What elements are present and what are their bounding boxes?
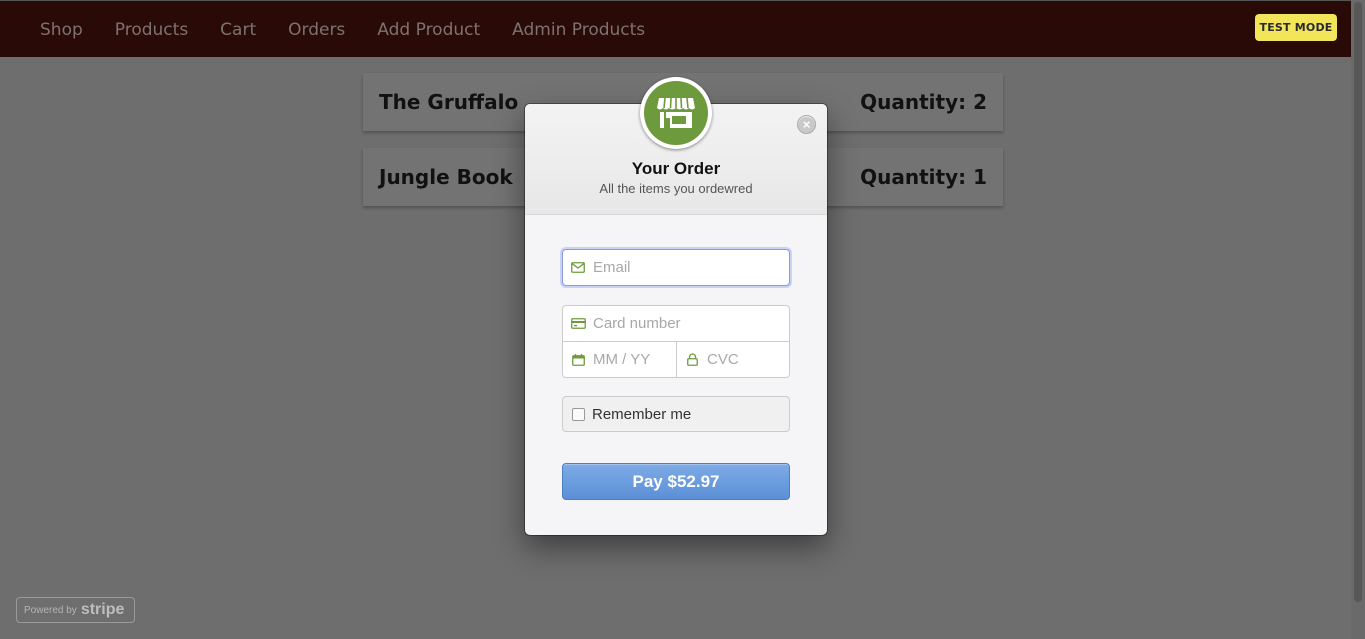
checkout-subtitle: All the items you ordewred	[599, 181, 753, 196]
store-logo	[640, 77, 712, 149]
nav-items: Shop Products Cart Orders Add Product Ad…	[24, 1, 661, 58]
nav-item-shop[interactable]: Shop	[24, 20, 99, 40]
order-item-quantity: Quantity: 1	[860, 165, 987, 189]
nav-item-orders[interactable]: Orders	[272, 20, 361, 40]
nav-item-admin-products[interactable]: Admin Products	[496, 20, 661, 40]
expiry-input[interactable]	[593, 351, 676, 368]
storefront-icon	[644, 81, 708, 145]
envelope-icon	[563, 262, 593, 273]
email-field[interactable]	[562, 249, 790, 286]
close-icon[interactable]: ×	[797, 115, 816, 134]
email-input[interactable]	[593, 259, 789, 276]
calendar-icon	[563, 353, 593, 366]
scrollbar[interactable]	[1351, 0, 1365, 639]
test-mode-badge: TEST MODE	[1255, 14, 1337, 41]
cvc-field[interactable]	[676, 341, 790, 378]
cvc-input[interactable]	[707, 351, 789, 368]
lock-icon	[677, 353, 707, 366]
nav-item-products[interactable]: Products	[99, 20, 204, 40]
stripe-logo: stripe	[80, 601, 125, 618]
powered-by-label: Powered by	[24, 604, 77, 616]
order-item-name: Jungle Book	[379, 165, 513, 189]
card-number-field[interactable]	[562, 305, 790, 342]
remember-me-label: Remember me	[592, 405, 692, 423]
powered-by-stripe-badge[interactable]: Powered by stripe	[16, 597, 135, 623]
card-number-input[interactable]	[593, 315, 789, 332]
credit-card-icon	[563, 318, 593, 329]
order-item-quantity: Quantity: 2	[860, 90, 987, 114]
scrollbar-thumb[interactable]	[1354, 2, 1362, 602]
checkout-modal: × Your Order All the items you ordewred …	[525, 77, 827, 535]
order-item-name: The Gruffalo	[379, 90, 519, 114]
pay-button[interactable]: Pay $52.97	[562, 463, 790, 500]
remember-me-checkbox[interactable]	[572, 407, 585, 421]
expiry-field[interactable]	[562, 341, 677, 378]
checkout-title: Your Order	[631, 159, 721, 178]
nav-item-add-product[interactable]: Add Product	[361, 20, 496, 40]
remember-me-toggle[interactable]: Remember me	[562, 396, 790, 432]
nav-item-cart[interactable]: Cart	[204, 20, 272, 40]
navbar: Shop Products Cart Orders Add Product Ad…	[0, 0, 1351, 57]
checkout-header: × Your Order All the items you ordewred	[525, 77, 827, 215]
